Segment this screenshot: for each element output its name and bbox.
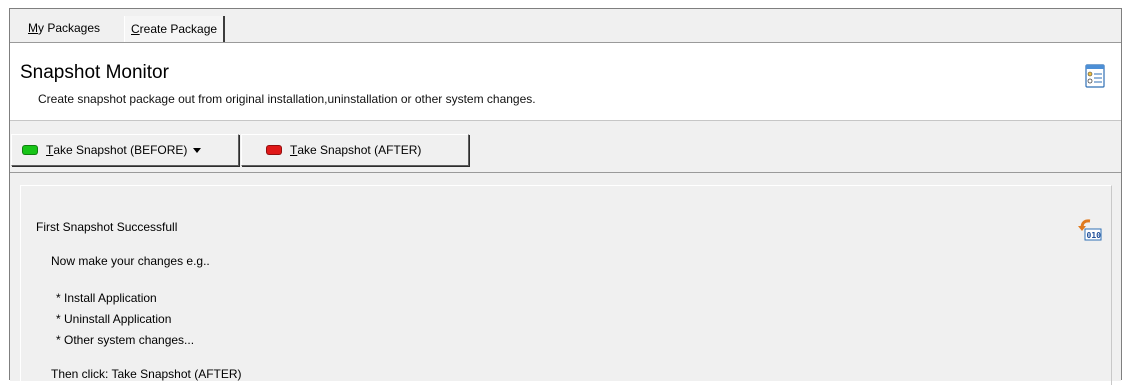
list-item: * Install Application <box>56 291 157 305</box>
toolbar: Take Snapshot (BEFORE) Take Snapshot (AF… <box>10 121 1121 173</box>
tab-create-package[interactable]: Create Package <box>124 16 226 42</box>
page-subtitle: Create snapshot package out from origina… <box>38 92 536 106</box>
message-panel: First Snapshot Successfull Now make your… <box>20 185 1112 385</box>
take-snapshot-before-label: ake Snapshot (BEFORE) <box>53 143 188 157</box>
svg-text:010: 010 <box>1087 231 1102 240</box>
page-title: Snapshot Monitor <box>20 62 169 83</box>
take-snapshot-after-label: ake Snapshot (AFTER) <box>297 143 422 157</box>
tab-create-package-mnemonic: C <box>131 22 140 36</box>
tab-my-packages[interactable]: My Packages <box>26 18 102 38</box>
take-snapshot-before-mnemonic: T <box>46 143 54 157</box>
undo-binary-icon: 010 <box>1078 219 1102 241</box>
tab-my-packages-label: y Packages <box>38 21 101 35</box>
snapshot-monitor-window: My Packages Create Package Snapshot Moni… <box>9 8 1122 385</box>
list-item: * Other system changes... <box>56 333 195 347</box>
chevron-down-icon[interactable] <box>193 147 202 153</box>
green-led-icon <box>22 145 38 155</box>
status-text: First Snapshot Successfull <box>36 220 178 234</box>
take-snapshot-after-mnemonic: T <box>290 143 298 157</box>
tab-create-package-label: reate Package <box>139 22 218 36</box>
list-item: * Uninstall Application <box>56 312 172 326</box>
take-snapshot-before-button[interactable]: Take Snapshot (BEFORE) <box>11 134 239 166</box>
settings-window-icon <box>1085 64 1105 88</box>
instruction-text: Now make your changes e.g.. <box>51 254 210 268</box>
content-panel: First Snapshot Successfull Now make your… <box>10 173 1121 385</box>
tab-my-packages-mnemonic: M <box>28 21 38 35</box>
take-snapshot-after-button[interactable]: Take Snapshot (AFTER) <box>241 134 469 166</box>
red-led-icon <box>266 145 282 155</box>
header-panel: Snapshot Monitor Create snapshot package… <box>10 43 1121 121</box>
tab-strip: My Packages Create Package <box>10 9 1121 43</box>
final-instruction-text: Then click: Take Snapshot (AFTER) <box>51 367 242 381</box>
